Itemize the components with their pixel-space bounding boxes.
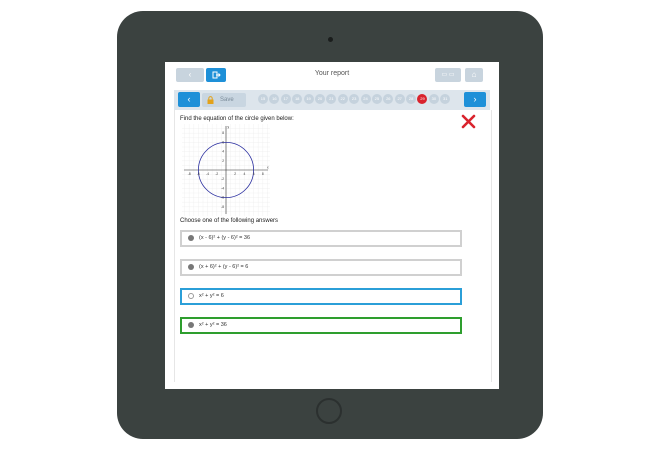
x-tick-label: 2 xyxy=(234,172,236,176)
question-navbar: ‹ Save 15 16 17 18 19 20 21 22 23 24 25 26 27 28 29 30 3… xyxy=(174,90,490,110)
y-tick-label: 8 xyxy=(222,131,224,135)
y-tick-label: -8 xyxy=(221,205,224,209)
chevron-left-icon: ‹ xyxy=(187,94,191,104)
wrong-answer-icon xyxy=(461,114,476,129)
x-tick-label: -4 xyxy=(206,172,209,176)
question-indicator[interactable]: 29 xyxy=(417,94,428,104)
answer-label: (x - 6)² + (y - 6)² = 36 xyxy=(199,235,251,241)
question-indicator[interactable]: 28 xyxy=(406,94,417,104)
question-indicator[interactable]: 25 xyxy=(371,94,382,104)
question-indicator[interactable]: 26 xyxy=(383,94,394,104)
screen: ‹ Your report ▭ ▭ ⌂ ‹ Save 15 16 17 18 19 20 2… xyxy=(165,62,499,389)
question-indicator[interactable]: 27 xyxy=(394,94,405,104)
question-panel: Find the equation of the circle given be… xyxy=(174,110,492,382)
circle-graph: -8 -6 -4 -2 2 4 6 88642-2-4-6-8xy xyxy=(182,124,270,216)
question-indicator[interactable]: 17 xyxy=(280,94,291,104)
x-tick-label: -6 xyxy=(197,172,200,176)
y-tick-label: -6 xyxy=(221,196,224,200)
radio-button[interactable] xyxy=(188,322,194,328)
radio-button[interactable] xyxy=(188,264,194,270)
x-tick-label: 6 xyxy=(253,172,255,176)
y-tick-label: 2 xyxy=(222,159,224,163)
home-button[interactable]: ⌂ xyxy=(465,68,483,82)
radio-button[interactable] xyxy=(188,235,194,241)
save-label: Save xyxy=(220,97,234,103)
answer-prompt: Choose one of the following answers xyxy=(180,218,279,224)
question-indicator[interactable]: 31 xyxy=(440,94,451,104)
x-tick-label: 8 xyxy=(262,172,264,176)
prev-question-button[interactable]: ‹ xyxy=(178,92,200,107)
header-bar: ‹ Your report ▭ ▭ ⌂ xyxy=(165,62,499,88)
print-icon: ▭ ▭ xyxy=(441,72,455,78)
question-indicator[interactable]: 20 xyxy=(314,94,325,104)
question-indicator[interactable]: 23 xyxy=(349,94,360,104)
question-indicator[interactable]: 18 xyxy=(292,94,303,104)
question-indicator[interactable]: 21 xyxy=(326,94,337,104)
y-tick-label: -4 xyxy=(221,186,224,190)
print-button[interactable]: ▭ ▭ xyxy=(435,68,461,82)
answer-option-4[interactable]: x² + y² = 36 xyxy=(180,317,462,334)
answer-label: (x + 6)² + (y - 6)² = 6 xyxy=(199,264,249,270)
y-tick-label: 4 xyxy=(222,150,224,154)
radio-button[interactable] xyxy=(188,293,194,299)
y-tick-label: -2 xyxy=(221,177,224,181)
question-indicators: 15 16 17 18 19 20 21 22 23 24 25 26 27 28 29 30 31 xyxy=(258,94,451,106)
chevron-right-icon: › xyxy=(473,94,477,104)
answer-label: x² + y² = 36 xyxy=(199,322,227,328)
answer-option-1[interactable]: (x - 6)² + (y - 6)² = 36 xyxy=(180,230,462,247)
question-indicator[interactable]: 22 xyxy=(337,94,348,104)
question-text: Find the equation of the circle given be… xyxy=(180,116,294,122)
home-icon: ⌂ xyxy=(471,70,477,79)
x-tick-label: 4 xyxy=(244,172,246,176)
x-tick-label: -2 xyxy=(215,172,218,176)
question-indicator[interactable]: 15 xyxy=(258,94,268,104)
answer-option-3[interactable]: x² + y² = 6 xyxy=(180,288,462,305)
save-button[interactable]: Save xyxy=(202,93,246,107)
question-indicator[interactable]: 24 xyxy=(360,94,371,104)
tablet-home-button xyxy=(316,398,342,424)
lock-icon xyxy=(207,96,214,104)
camera-dot xyxy=(328,37,333,42)
y-tick-label: 6 xyxy=(222,140,224,144)
question-indicator[interactable]: 30 xyxy=(428,94,439,104)
x-tick-label: -8 xyxy=(188,172,191,176)
answer-option-2[interactable]: (x + 6)² + (y - 6)² = 6 xyxy=(180,259,462,276)
question-indicator[interactable]: 19 xyxy=(303,94,314,104)
answer-label: x² + y² = 6 xyxy=(199,293,224,299)
next-question-button[interactable]: › xyxy=(464,92,486,107)
question-indicator[interactable]: 16 xyxy=(269,94,280,104)
